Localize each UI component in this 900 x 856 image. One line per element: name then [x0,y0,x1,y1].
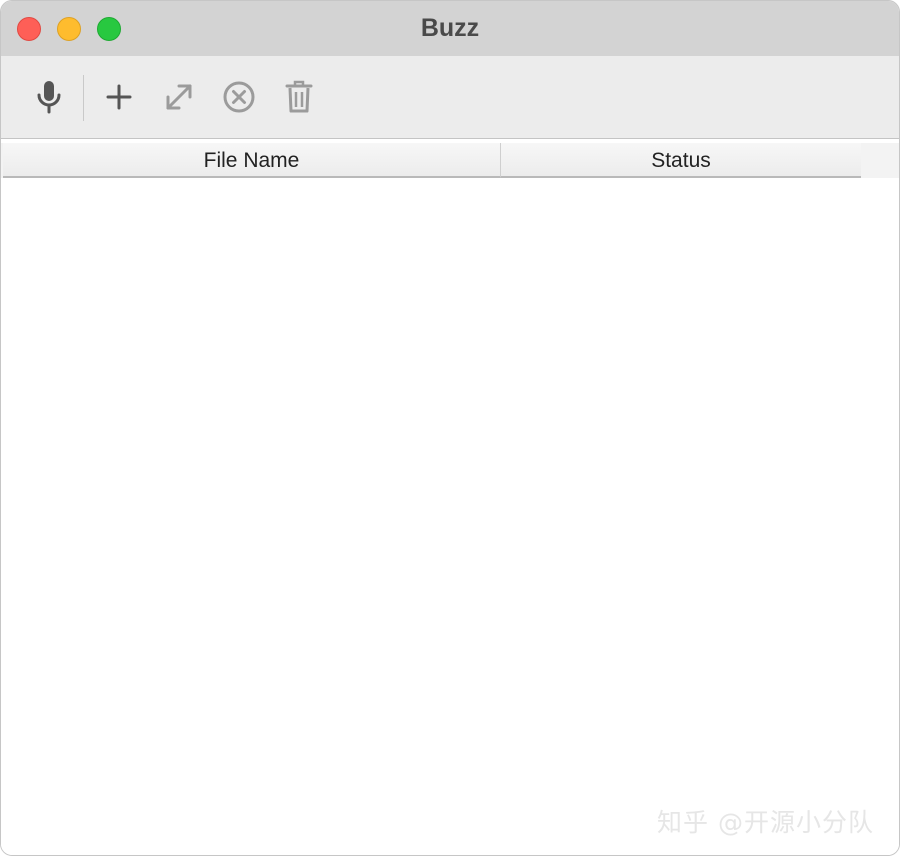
maximize-window-button[interactable] [97,17,121,41]
delete-button[interactable] [279,77,319,117]
window-title: Buzz [420,14,480,42]
close-window-button[interactable] [17,17,41,41]
minimize-window-button[interactable] [57,17,81,41]
plus-icon [106,84,132,110]
toolbar [1,56,899,139]
stop-button[interactable] [219,77,259,117]
app-window: Buzz File Name Status 知乎 @开源小分队 [0,0,900,856]
add-file-button[interactable] [99,77,139,117]
record-button[interactable] [29,77,69,117]
title-bar[interactable]: Buzz [1,1,899,56]
open-transcript-button[interactable] [159,77,199,117]
microphone-icon [37,81,61,114]
expand-arrows-icon [166,84,192,110]
column-header-status[interactable]: Status [501,143,861,178]
circle-x-icon [223,81,255,113]
column-header-file-name[interactable]: File Name [3,143,501,178]
table-header: File Name Status [1,143,899,178]
tasks-table-body[interactable] [1,178,899,855]
watermark: 知乎 @开源小分队 [657,808,874,837]
trash-icon [285,80,313,113]
toolbar-separator [83,75,84,121]
header-filler [862,143,899,178]
